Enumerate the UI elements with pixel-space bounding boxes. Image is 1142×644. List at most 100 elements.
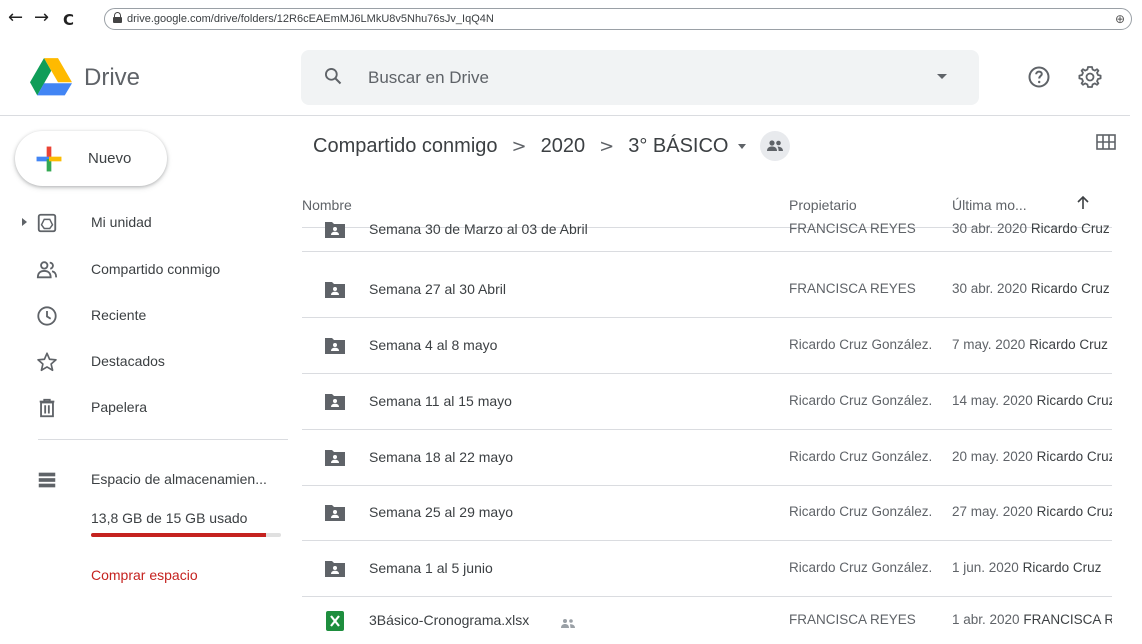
file-row[interactable]: Semana 18 al 22 mayo Ricardo Cruz Gonzále…: [302, 430, 1112, 486]
file-modified-by: FRANCISCA REYES: [1023, 611, 1112, 627]
file-owner: Ricardo Cruz González.: [789, 392, 933, 408]
sidebar-divider: [38, 439, 288, 440]
file-row[interactable]: Semana 11 al 15 mayo Ricardo Cruz Gonzále…: [302, 374, 1112, 430]
back-icon[interactable]: ←: [8, 8, 23, 28]
shared-folder-icon: [324, 559, 346, 579]
file-modified-by: Ricardo Cruz: [1029, 336, 1108, 352]
shared-folder-icon: [324, 448, 346, 468]
sidebar-item-recent[interactable]: Reciente: [0, 296, 290, 336]
storage-progress-bar: [91, 533, 281, 537]
sidebar-item-my-drive[interactable]: Mi unidad: [0, 203, 290, 243]
file-modified-by: Ricardo Cruz: [1036, 504, 1112, 519]
lock-icon: [113, 12, 122, 23]
file-modified-date: 14 may. 2020: [952, 392, 1033, 408]
file-modified-by: Ricardo Cruz: [1030, 280, 1110, 296]
file-row[interactable]: Semana 30 de Marzo al 03 de Abril FRANCIS…: [302, 208, 1112, 252]
sidebar-item-label: Reciente: [91, 307, 147, 323]
file-owner: FRANCISCA REYES: [789, 220, 916, 236]
search-bar[interactable]: Buscar en Drive: [301, 50, 979, 105]
file-row[interactable]: Semana 4 al 8 mayo Ricardo Cruz González.…: [302, 318, 1112, 374]
sidebar-item-label: Destacados: [91, 353, 165, 369]
sidebar-item-label: Papelera: [91, 399, 148, 415]
shared-folder-icon: [324, 220, 346, 240]
breadcrumb-item[interactable]: 2020: [541, 135, 586, 158]
grid-view-icon[interactable]: [1096, 134, 1116, 150]
browser-toolbar: ← → C drive.google.com/drive/folders/12R…: [0, 0, 1142, 40]
file-owner: FRANCISCA REYES: [789, 611, 916, 627]
sidebar-item-starred[interactable]: Destacados: [0, 342, 290, 382]
file-modified: 7 may. 2020 Ricardo Cruz: [952, 337, 1112, 352]
storage-icon: [38, 472, 56, 488]
header-divider: [0, 115, 1130, 116]
file-name: Semana 11 al 15 mayo: [369, 392, 512, 409]
file-name: Semana 30 de Marzo al 03 de Abril: [369, 220, 588, 237]
breadcrumb-item[interactable]: Compartido conmigo: [313, 135, 498, 158]
shared-folder-icon: [324, 392, 346, 412]
shared-folder-icon: [324, 503, 346, 523]
folder-dropdown-icon[interactable]: [738, 143, 747, 149]
my-drive-icon: [37, 213, 57, 233]
file-modified: 30 abr. 2020 Ricardo Cruz: [952, 221, 1112, 236]
sidebar-item-shared-with-me[interactable]: Compartido conmigo: [0, 250, 290, 290]
file-modified: 27 may. 2020 Ricardo Cruz: [952, 504, 1112, 519]
file-name: Semana 27 al 30 Abril: [369, 280, 506, 297]
plus-icon: [36, 146, 62, 172]
shared-people-icon: [36, 261, 58, 279]
shared-file-people-icon: [560, 615, 576, 628]
file-modified-by: Ricardo Cruz: [1030, 220, 1110, 236]
file-modified-date: 1 abr. 2020: [952, 611, 1020, 627]
sidebar-item-storage[interactable]: Espacio de almacenamien...: [0, 460, 290, 500]
file-modified-date: 1 jun. 2020: [952, 559, 1019, 575]
address-bar[interactable]: drive.google.com/drive/folders/12R6cEAEm…: [104, 8, 1132, 30]
storage-usage-text: 13,8 GB de 15 GB usado: [91, 510, 248, 526]
sidebar-item-label: Mi unidad: [91, 214, 152, 230]
file-modified: 14 may. 2020 Ricardo Cruz: [952, 393, 1112, 408]
app-name: Drive: [84, 64, 141, 91]
file-row[interactable]: Semana 27 al 30 Abril FRANCISCA REYES 30 a…: [302, 262, 1112, 318]
file-name: Semana 1 al 5 junio: [369, 559, 493, 576]
search-options-dropdown-icon[interactable]: [937, 74, 947, 79]
file-modified-by: Ricardo Cruz: [1022, 559, 1102, 575]
file-modified-date: 30 abr. 2020: [952, 220, 1028, 236]
help-icon[interactable]: [1027, 65, 1051, 89]
file-modified-date: 7 may. 2020: [952, 336, 1026, 352]
file-modified-by: Ricardo Cruz: [1036, 448, 1112, 464]
url-text: drive.google.com/drive/folders/12R6cEAEm…: [127, 13, 494, 25]
shared-folder-people-icon[interactable]: [760, 131, 791, 161]
file-row[interactable]: Semana 25 al 29 mayo Ricardo Cruz Gonzále…: [302, 486, 1112, 541]
search-icon[interactable]: [323, 66, 343, 86]
breadcrumb-separator: >: [511, 135, 527, 157]
file-modified: 20 may. 2020 Ricardo Cruz: [952, 449, 1112, 464]
file-owner: Ricardo Cruz González.: [789, 336, 933, 352]
breadcrumb-current-folder[interactable]: 3° BÁSICO: [628, 135, 728, 158]
expand-arrow-icon[interactable]: [22, 218, 27, 226]
file-modified-date: 27 may. 2020: [952, 504, 1033, 519]
storage-progress-fill: [91, 533, 266, 537]
storage-label: Espacio de almacenamien...: [91, 471, 267, 487]
search-input[interactable]: Buscar en Drive: [368, 68, 489, 88]
file-modified: 1 abr. 2020 FRANCISCA REYES: [952, 612, 1112, 627]
file-modified: 1 jun. 2020 Ricardo Cruz: [952, 560, 1112, 575]
file-row[interactable]: 3Básico-Cronograma.xlsx FRANCISCA REYES 1 …: [302, 597, 1112, 644]
file-row[interactable]: Semana 1 al 5 junio Ricardo Cruz González…: [302, 541, 1112, 597]
file-name: Semana 25 al 29 mayo: [369, 504, 513, 520]
settings-gear-icon[interactable]: [1078, 65, 1102, 89]
buy-storage-link[interactable]: Comprar espacio: [91, 567, 198, 583]
file-modified-date: 20 may. 2020: [952, 448, 1033, 464]
breadcrumb-separator: >: [599, 135, 615, 157]
file-owner: FRANCISCA REYES: [789, 280, 916, 296]
sidebar-item-trash[interactable]: Papelera: [0, 388, 290, 428]
sidebar-item-label: Compartido conmigo: [91, 261, 221, 277]
drive-logo-icon[interactable]: [30, 58, 72, 96]
new-button[interactable]: Nuevo: [15, 131, 167, 186]
reload-icon[interactable]: C: [63, 10, 74, 30]
forward-icon[interactable]: →: [34, 8, 49, 28]
file-owner: Ricardo Cruz González.: [789, 504, 933, 519]
file-owner: Ricardo Cruz González.: [789, 448, 933, 464]
star-icon: [37, 352, 57, 372]
file-name: Semana 18 al 22 mayo: [369, 448, 513, 465]
file-name: 3Básico-Cronograma.xlsx: [369, 611, 530, 628]
file-modified-date: 30 abr. 2020: [952, 280, 1028, 296]
breadcrumb: Compartido conmigo > 2020 > 3° BÁSICO: [313, 131, 791, 161]
zoom-icon[interactable]: ⊕: [1115, 12, 1125, 26]
